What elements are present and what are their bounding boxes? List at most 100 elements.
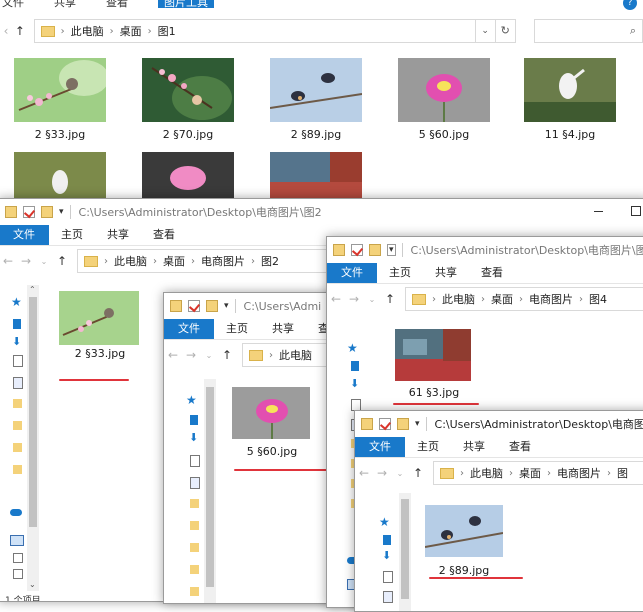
folder-icon[interactable] [190, 521, 199, 530]
up-arrow-icon[interactable]: ↑ [409, 466, 427, 480]
chevron-down-icon[interactable]: ▾ [59, 207, 64, 217]
desktop-icon[interactable] [383, 535, 391, 545]
back-arrow-icon[interactable]: ← [327, 292, 345, 306]
chevron-down-icon[interactable]: ▾ [224, 301, 229, 311]
quick-access-star-icon[interactable]: ★ [379, 515, 390, 529]
folder-icon[interactable] [190, 499, 199, 508]
this-pc-icon[interactable] [10, 535, 24, 546]
download-icon[interactable]: ⬇ [382, 549, 391, 562]
properties-icon[interactable] [23, 206, 35, 218]
quick-access-star-icon[interactable]: ★ [11, 295, 22, 309]
breadcrumb-ecommerce[interactable]: 电商图片 [529, 291, 573, 307]
pictures-icon[interactable] [13, 553, 23, 563]
tab-home[interactable]: 主页 [405, 437, 451, 457]
breadcrumb-this-pc[interactable]: 此电脑 [114, 253, 147, 269]
back-arrow-icon[interactable]: ← [0, 254, 17, 268]
documents-icon[interactable] [13, 355, 23, 367]
minimize-icon[interactable] [594, 211, 603, 212]
tab-file[interactable]: 文件 [355, 437, 405, 457]
breadcrumb-desktop[interactable]: 桌面 [519, 465, 541, 481]
recent-dropdown-icon[interactable]: ⌄ [391, 469, 409, 478]
scroll-up-icon[interactable]: ⌃ [29, 285, 36, 294]
folder-icon[interactable] [13, 465, 22, 474]
properties-icon[interactable] [379, 418, 391, 430]
folder-icon[interactable] [190, 587, 199, 596]
video-icon[interactable] [13, 569, 23, 579]
back-arrow-icon[interactable]: ← [355, 466, 373, 480]
tab-share[interactable]: 共享 [54, 0, 76, 9]
up-arrow-icon[interactable]: ↑ [381, 292, 399, 306]
tab-view[interactable]: 查看 [497, 437, 543, 457]
folder-icon[interactable] [13, 421, 22, 430]
file-item[interactable]: 11 §4.jpg [522, 58, 618, 148]
tab-share[interactable]: 共享 [260, 319, 306, 339]
new-folder-icon[interactable] [41, 206, 53, 218]
help-icon[interactable]: ? [623, 0, 637, 10]
tab-share[interactable]: 共享 [423, 263, 469, 283]
breadcrumb-ecommerce[interactable]: 电商图片 [201, 253, 245, 269]
breadcrumb-this-pc[interactable]: 此电脑 [442, 291, 475, 307]
forward-arrow-icon[interactable]: → [182, 348, 200, 362]
tab-share[interactable]: 共享 [95, 225, 141, 245]
address-bar[interactable]: › 此电脑 › 桌面 › 电商图片 › 图4 [405, 287, 643, 311]
search-input[interactable]: ⌕ [533, 19, 643, 43]
up-arrow-icon[interactable]: ↑ [12, 24, 28, 38]
forward-arrow-icon[interactable]: → [17, 254, 35, 268]
tab-file[interactable]: 文件 [327, 263, 377, 283]
thumbnail-lotus-2[interactable] [142, 152, 234, 198]
refresh-icon[interactable]: ↻ [495, 19, 516, 43]
nav-scrollbar[interactable] [399, 493, 411, 611]
breadcrumb-this-pc[interactable]: 此电脑 [71, 23, 104, 39]
breadcrumb-desktop[interactable]: 桌面 [163, 253, 185, 269]
tab-home[interactable]: 主页 [49, 225, 95, 245]
thumbnail-egret-2[interactable] [14, 152, 106, 198]
pictures-icon[interactable] [13, 377, 23, 389]
download-icon[interactable]: ⬇ [350, 377, 359, 390]
breadcrumb-tu4[interactable]: 图4 [589, 291, 607, 307]
scrollbar-thumb[interactable] [29, 297, 37, 527]
tab-view[interactable]: 查看 [106, 0, 128, 9]
documents-icon[interactable] [383, 571, 393, 583]
tab-file[interactable]: 文件 [164, 319, 214, 339]
new-folder-icon[interactable] [206, 300, 218, 312]
folder-icon[interactable] [190, 543, 199, 552]
properties-icon[interactable] [351, 244, 363, 256]
breadcrumb-desktop[interactable]: 桌面 [120, 23, 142, 39]
file-item[interactable]: 61 §3.jpg [391, 327, 477, 401]
address-bar[interactable]: › 此电脑 › 桌面 › 图1 [33, 19, 476, 43]
breadcrumb-tu2[interactable]: 图2 [261, 253, 279, 269]
maximize-icon[interactable] [631, 206, 641, 216]
breadcrumb-ecommerce[interactable]: 电商图片 [557, 465, 601, 481]
tab-home[interactable]: 主页 [377, 263, 423, 283]
file-item[interactable]: 2 §70.jpg [140, 58, 236, 148]
quick-access-star-icon[interactable]: ★ [186, 393, 197, 407]
desktop-icon[interactable] [13, 319, 21, 329]
new-folder-icon[interactable] [369, 244, 381, 256]
file-item[interactable]: 5 §60.jpg [396, 58, 492, 148]
tab-file[interactable]: 文件 [0, 225, 49, 245]
address-bar[interactable]: › 此电脑 › 桌面 › 电商图片 › 图 [433, 461, 643, 485]
nav-scrollbar[interactable]: ⌃ ⌄ [27, 285, 39, 591]
tab-file[interactable]: 文件 [0, 0, 24, 9]
file-item[interactable]: 2 §33.jpg [12, 58, 108, 148]
nav-scrollbar[interactable] [204, 379, 216, 603]
scroll-down-icon[interactable]: ⌄ [29, 580, 36, 589]
recent-dropdown-icon[interactable]: ⌄ [35, 257, 53, 266]
file-item[interactable]: 5 §60.jpg [230, 385, 314, 465]
desktop-icon[interactable] [351, 361, 359, 371]
back-arrow-icon[interactable]: ‹ [0, 24, 12, 38]
folder-icon[interactable] [13, 399, 22, 408]
download-icon[interactable]: ⬇ [189, 431, 198, 444]
breadcrumb-desktop[interactable]: 桌面 [491, 291, 513, 307]
tab-home[interactable]: 主页 [214, 319, 260, 339]
thumbnail-garden[interactable] [270, 152, 362, 198]
history-dropdown-icon[interactable]: ⌄ [475, 19, 496, 43]
recent-dropdown-icon[interactable]: ⌄ [363, 295, 381, 304]
properties-icon[interactable] [188, 300, 200, 312]
folder-icon[interactable] [190, 565, 199, 574]
breadcrumb-tu5[interactable]: 图 [617, 465, 628, 481]
onedrive-icon[interactable] [10, 509, 22, 516]
breadcrumb-tu1[interactable]: 图1 [158, 23, 176, 39]
scrollbar-thumb[interactable] [401, 499, 409, 599]
up-arrow-icon[interactable]: ↑ [218, 348, 236, 362]
